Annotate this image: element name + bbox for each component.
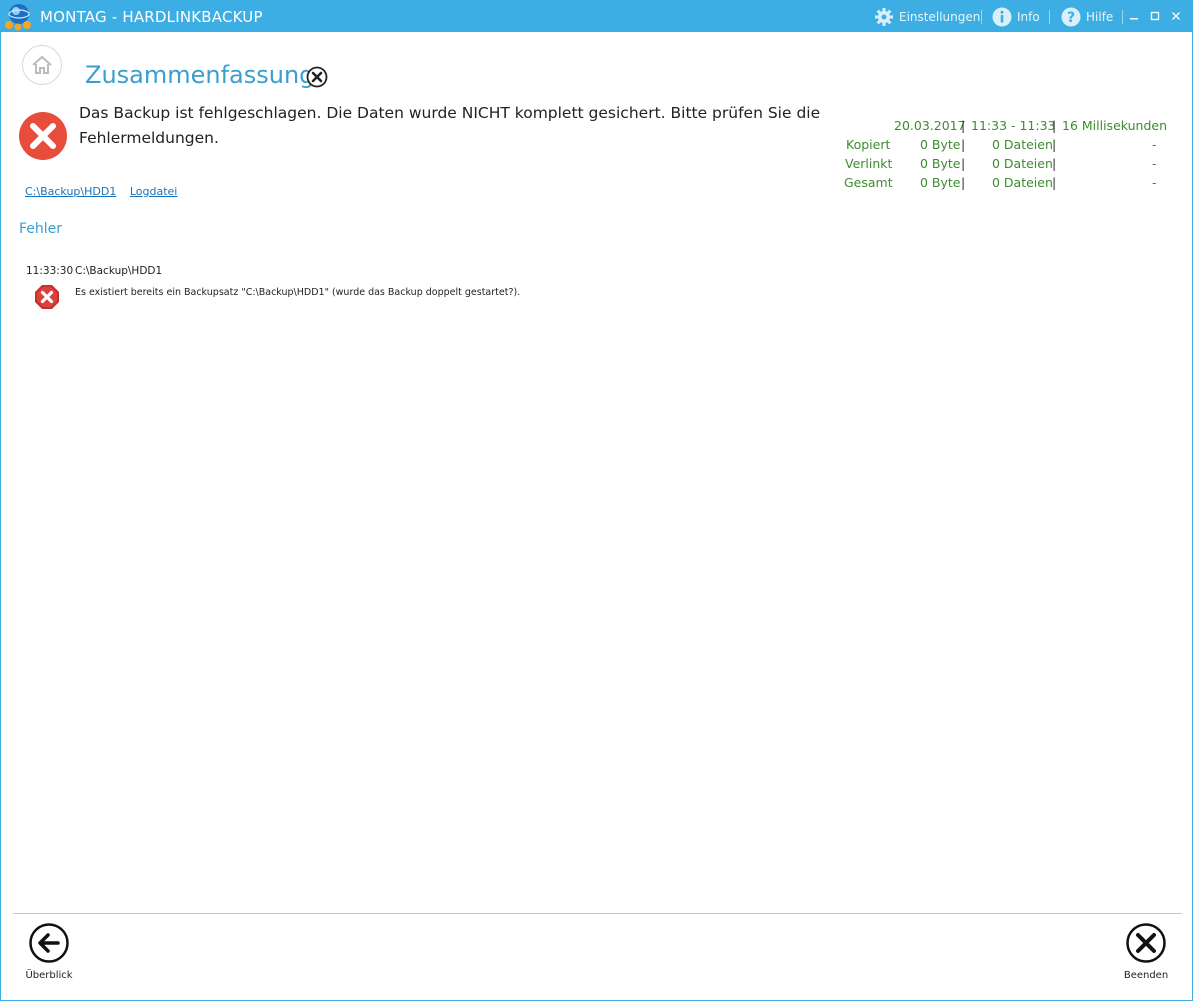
stats-separator: | <box>961 137 966 152</box>
window-title: MONTAG - HARDLINKBACKUP <box>40 8 263 26</box>
minimize-button[interactable] <box>1124 6 1144 26</box>
backup-path-link[interactable]: C:\Backup\HDD1 <box>25 185 116 198</box>
settings-menu[interactable]: Einstellungen <box>874 7 980 27</box>
errors-section-title: Fehler <box>19 221 63 237</box>
home-icon <box>32 55 52 74</box>
svg-text:?: ? <box>1067 10 1075 26</box>
close-window-button[interactable] <box>1166 6 1186 26</box>
stats-size: 0 Byte <box>920 156 961 171</box>
error-icon <box>35 285 59 309</box>
stats-row: Kopiert 0 Byte | 0 Dateien | - <box>821 137 1161 156</box>
stats-duration: 16 Millisekunden <box>1062 118 1168 133</box>
stats-date: 20.03.2017 <box>894 118 966 133</box>
logfile-link[interactable]: Logdatei <box>130 185 178 198</box>
home-button[interactable] <box>22 45 62 85</box>
minimize-icon <box>1130 18 1138 20</box>
maximize-button[interactable] <box>1145 6 1165 26</box>
info-menu[interactable]: Info <box>992 7 1040 27</box>
backup-stats: 20.03.2017 | 11:33 - 11:33 | 16 Millisek… <box>821 118 1167 194</box>
help-menu[interactable]: ? Hilfe <box>1061 7 1113 27</box>
error-message: Es existiert bereits ein Backupsatz "C:\… <box>75 287 521 298</box>
menu-divider <box>981 10 982 24</box>
info-label: Info <box>1017 10 1040 24</box>
menu-divider <box>1049 10 1050 24</box>
stats-separator: | <box>1052 137 1057 152</box>
stats-label: Kopiert <box>846 137 891 152</box>
settings-label: Einstellungen <box>899 10 981 24</box>
info-icon <box>992 7 1012 27</box>
stats-extra: - <box>1152 137 1157 152</box>
stats-separator: | <box>1052 156 1057 171</box>
stats-label: Verlinkt <box>845 156 893 171</box>
stats-separator: | <box>1052 175 1057 190</box>
stats-label: Gesamt <box>844 175 893 190</box>
stats-timerange: 11:33 - 11:33 <box>971 118 1056 133</box>
stats-files: 0 Dateien <box>992 156 1053 171</box>
error-summary-message: Das Backup ist fehlgeschlagen. Die Daten… <box>79 104 821 147</box>
stats-row: Gesamt 0 Byte | 0 Dateien | - <box>821 175 1161 194</box>
stats-separator: | <box>961 156 966 171</box>
exit-button[interactable]: Beenden <box>1116 923 1176 981</box>
app-logo-icon <box>5 4 31 31</box>
stats-separator: | <box>1052 118 1057 133</box>
stats-separator: | <box>961 118 966 133</box>
close-summary-button[interactable] <box>306 66 328 88</box>
stats-size: 0 Byte <box>920 137 961 152</box>
stats-separator: | <box>961 175 966 190</box>
footer-divider <box>13 913 1182 914</box>
error-icon <box>19 112 67 160</box>
close-icon <box>1126 923 1166 963</box>
overview-label: Überblick <box>25 970 73 981</box>
stats-size: 0 Byte <box>920 175 961 190</box>
close-icon <box>1172 12 1180 20</box>
title-bar: MONTAG - HARDLINKBACKUP Einstellungen In… <box>1 1 1192 32</box>
app-window: MONTAG - HARDLINKBACKUP Einstellungen In… <box>0 0 1193 1001</box>
help-label: Hilfe <box>1086 10 1114 24</box>
stats-files: 0 Dateien <box>992 137 1053 152</box>
gear-icon <box>875 8 893 26</box>
stats-files: 0 Dateien <box>992 175 1053 190</box>
maximize-icon <box>1150 11 1160 21</box>
stats-extra: - <box>1152 156 1157 171</box>
arrow-left-icon <box>29 923 69 963</box>
help-icon: ? <box>1061 7 1081 27</box>
menu-divider <box>1122 10 1123 24</box>
summary-links: C:\Backup\HDD1 Logdatei <box>25 185 187 198</box>
overview-button[interactable]: Überblick <box>19 923 79 981</box>
stats-header-row: 20.03.2017 | 11:33 - 11:33 | 16 Millisek… <box>821 118 1167 137</box>
stats-row: Verlinkt 0 Byte | 0 Dateien | - <box>821 156 1161 175</box>
error-path: C:\Backup\HDD1 <box>75 265 163 277</box>
error-time: 11:33:30 <box>26 265 74 277</box>
exit-label: Beenden <box>1123 970 1169 981</box>
page-title: Zusammenfassung <box>85 61 315 89</box>
stats-extra: - <box>1152 175 1157 190</box>
